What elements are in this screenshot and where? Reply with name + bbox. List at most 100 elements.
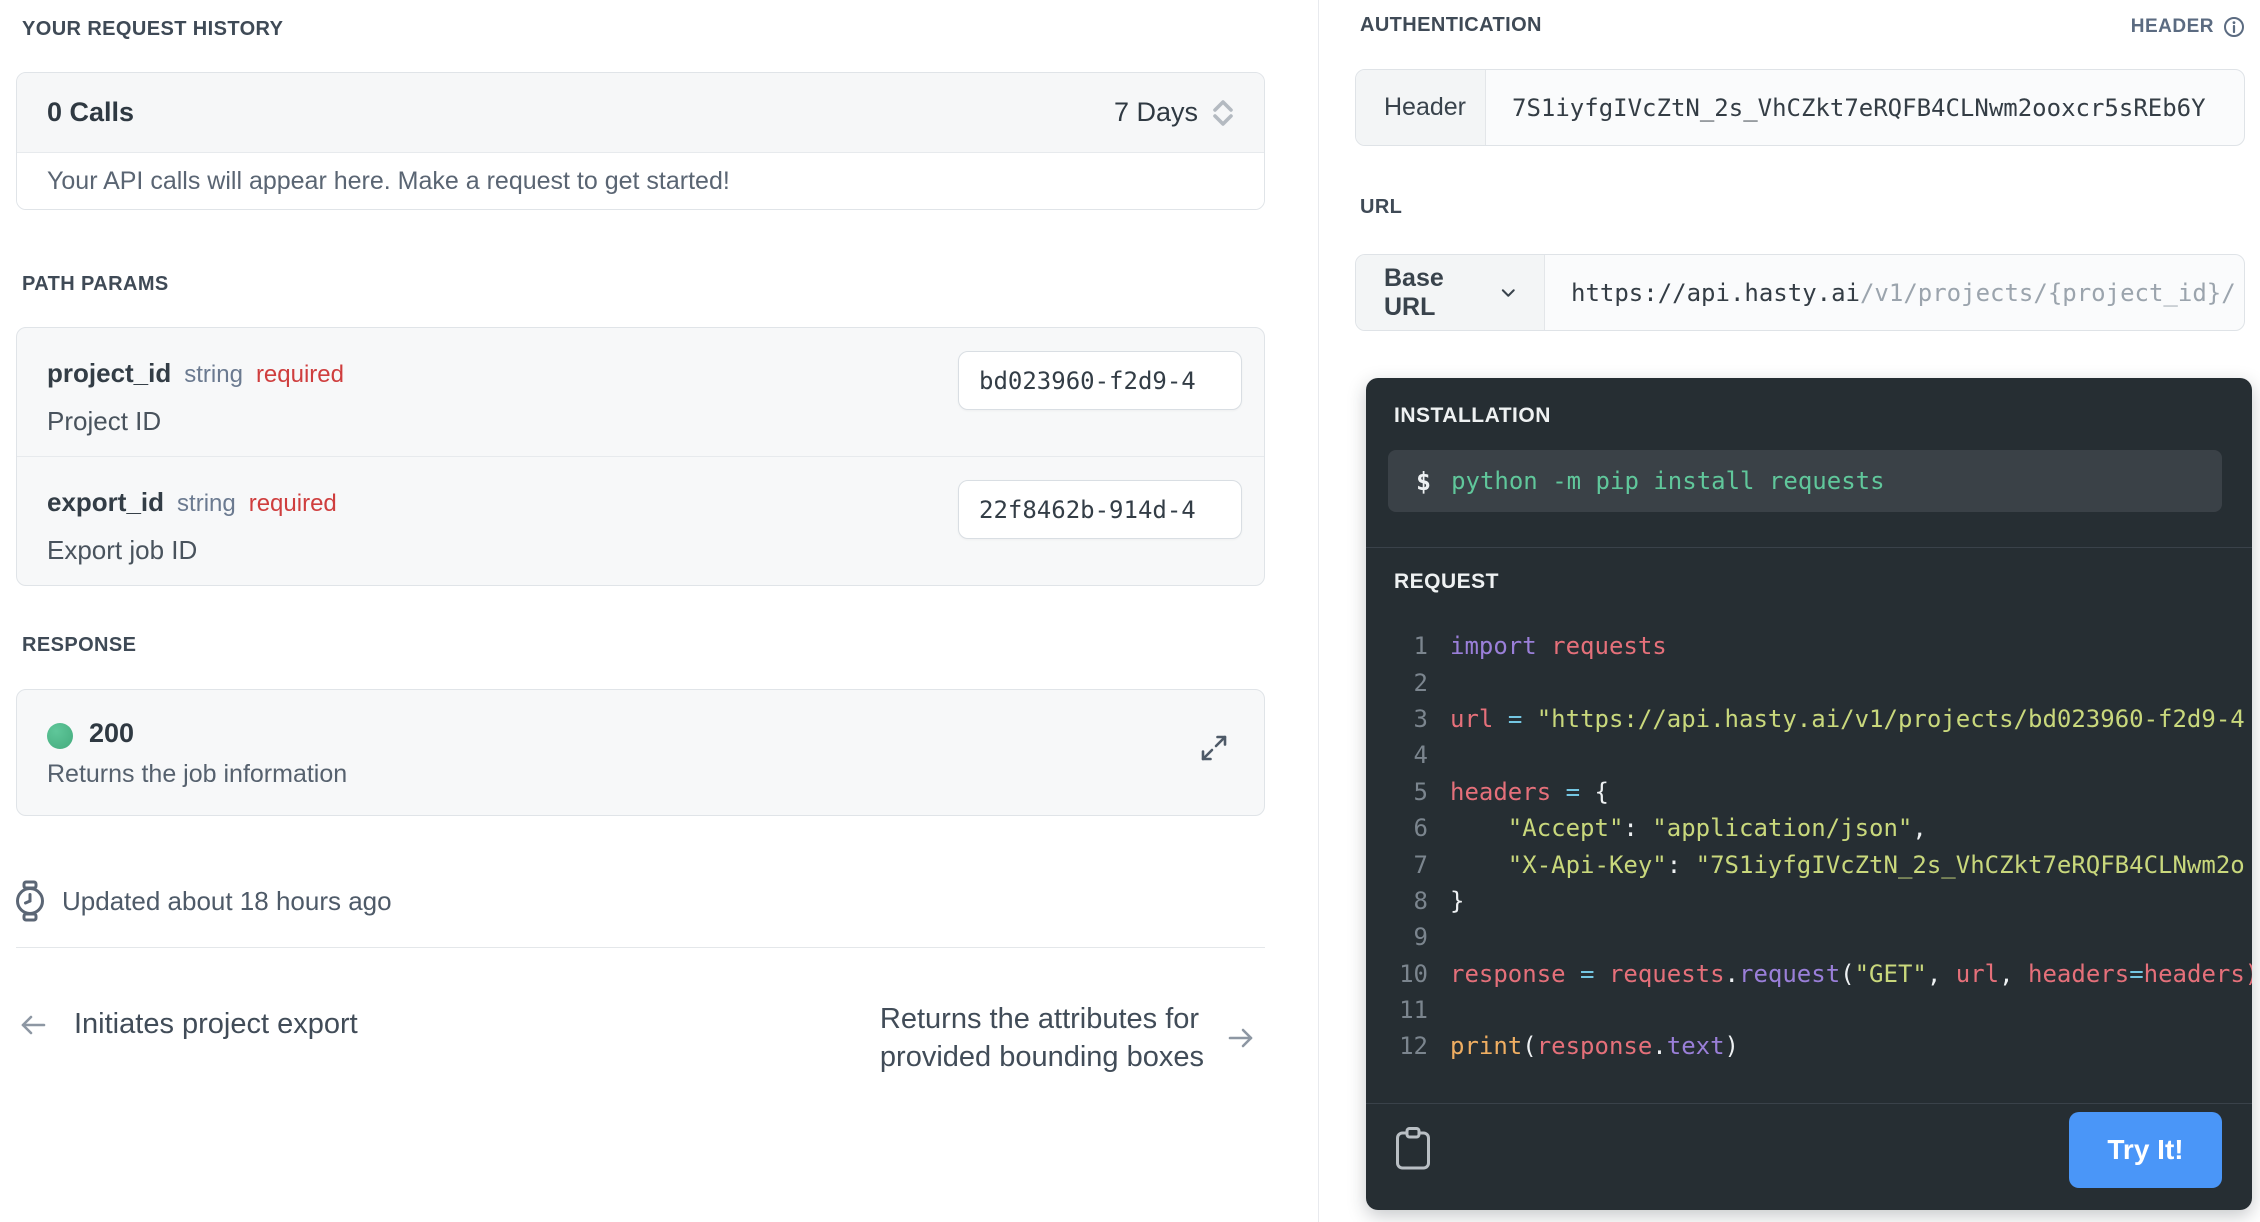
code-line: 8} [1366,883,2252,919]
request-history-header: 0 Calls 7 Days [17,73,1264,153]
right-column: AUTHENTICATION HEADER Header 7S1iyfgIVcZ… [1355,0,2253,1222]
request-history-card: 0 Calls 7 Days Your API calls will appea… [16,72,1265,210]
copy-code-button[interactable] [1394,1126,1432,1177]
response-card: 200 Returns the job information [16,689,1265,816]
base-url-dropdown[interactable]: Base URL [1356,255,1545,330]
param-required-flag: required [248,490,337,517]
updated-row: Updated about 18 hours ago [12,880,392,922]
code-line: 11 [1366,992,2252,1028]
arrow-left-icon [21,1015,46,1034]
code-text: "X-Api-Key": "7S1iyfgIVcZtN_2s_VhCZkt7eR… [1507,850,2245,879]
response-title: RESPONSE [22,634,137,656]
next-link-line2: provided bounding boxes [879,1041,1204,1073]
line-number: 9 [1413,923,1428,952]
code-line: 4 [1366,737,2252,773]
export-id-input[interactable]: 22f8462b-914d-4 [958,480,1242,539]
line-number: 4 [1413,741,1428,770]
install-command-box[interactable]: $ python -m pip install requests [1388,450,2222,512]
param-name: export_id [47,487,165,517]
footer-divider [16,947,1265,948]
select-chevrons-icon [1213,99,1233,126]
request-history-title: YOUR REQUEST HISTORY [22,18,284,40]
code-line: 3 url = "https://api.hasty.ai/v1/projects… [1366,701,2252,737]
line-number: 7 [1413,850,1428,879]
line-number: 1 [1413,632,1428,661]
authentication-title: AUTHENTICATION [1360,14,1542,36]
watch-icon [16,880,44,922]
code-text: import requests [1450,632,1667,661]
pagination-prev-link[interactable]: Initiates project export [18,1008,358,1041]
line-number: 5 [1413,777,1428,806]
line-number: 10 [1399,959,1428,988]
base-url-label: Base URL [1384,263,1444,321]
code-line: 5 headers = { [1366,774,2252,810]
path-params-card: project_id string required Project ID bd… [16,327,1265,586]
column-divider [1318,0,1319,1222]
param-row-export-id: export_id string required Export job ID … [17,457,1264,585]
pagination-next-link[interactable]: Returns the attributes for provided boun… [880,1000,1256,1076]
param-type: string [184,361,243,388]
url-title: URL [1360,196,1403,218]
param-row-project-id: project_id string required Project ID bd… [17,328,1264,457]
code-text: } [1450,886,1465,915]
install-command: python -m pip install requests [1451,467,1885,495]
status-dot [47,723,73,749]
prev-link-label: Initiates project export [74,1008,358,1040]
code-line: 6 "Accept": "application/json", [1366,810,2252,846]
code-text: print(response.text) [1450,1032,1739,1061]
url-base-part: https://api.hasty.ai [1571,278,1860,307]
code-text: url = "https://api.hasty.ai/v1/projects/… [1450,704,2245,733]
status-code: 200 [89,718,135,748]
auth-field-label: Header [1356,70,1486,145]
path-params-title: PATH PARAMS [22,273,169,295]
param-type: string [177,490,236,517]
chevron-down-icon [1502,288,1516,297]
next-link-label: Returns the attributes for provided boun… [880,1000,1204,1076]
param-description: Export job ID [47,535,198,565]
param-head: project_id string required [47,358,344,389]
param-description: Project ID [47,406,162,436]
expand-icon[interactable] [1198,732,1230,764]
calls-count: 0 Calls [47,97,135,127]
param-name: project_id [47,358,172,388]
installation-title: INSTALLATION [1394,404,1551,427]
api-key-input[interactable]: 7S1iyfgIVcZtN_2s_VhCZkt7eRQFB4CLNwm2ooxc… [1486,70,2206,145]
panel-divider [1366,1103,2252,1104]
request-title: REQUEST [1394,570,1500,593]
line-number: 3 [1413,704,1428,733]
code-text: "Accept": "application/json", [1507,814,1927,843]
url-field: Base URL https://api.hasty.ai/v1/project… [1355,254,2245,331]
period-value: 7 Days [1113,97,1198,127]
try-it-button[interactable]: Try It! [2069,1112,2222,1188]
panel-divider [1366,547,2252,548]
auth-header-field: Header 7S1iyfgIVcZtN_2s_VhCZkt7eRQFB4CLN… [1355,69,2245,146]
code-line: 2 [1366,664,2252,700]
auth-kind-badge: HEADER [2131,16,2245,38]
line-number: 12 [1399,1032,1428,1061]
code-line: 9 [1366,919,2252,955]
code-line: 7 "X-Api-Key": "7S1iyfgIVcZtN_2s_VhCZkt7… [1366,846,2252,882]
left-column: YOUR REQUEST HISTORY 0 Calls 7 Days Your… [16,0,1265,1222]
auth-kind-label: HEADER [2130,16,2214,37]
param-head: export_id string required [47,487,337,518]
url-path-part: /v1/projects/{project_id}/ [1859,278,2236,307]
info-icon[interactable] [2223,16,2245,38]
project-id-input[interactable]: bd023960-f2d9-4 [958,351,1242,410]
arrow-right-icon [1228,1028,1253,1048]
line-number: 11 [1399,996,1428,1025]
next-link-line1: Returns the attributes for [879,1003,1200,1035]
request-history-empty-message: Your API calls will appear here. Make a … [17,153,1264,209]
response-description: Returns the job information [47,760,348,788]
code-lines: 1 import requests 2 3 url = "https://api.has… [1366,628,2252,1065]
code-text: response = requests.request("GET", url, … [1450,959,2252,988]
code-line: 1 import requests [1366,628,2252,664]
shell-prompt: $ [1416,466,1432,496]
updated-text: Updated about 18 hours ago [62,885,392,916]
code-line: 10 response = requests.request("GET", url… [1366,956,2252,992]
code-text: headers = { [1450,777,1609,806]
line-number: 8 [1413,886,1428,915]
code-line: 12 print(response.text) [1366,1028,2252,1064]
line-number: 6 [1413,814,1428,843]
line-number: 2 [1413,668,1428,697]
period-select[interactable]: 7 Days [1114,97,1234,128]
